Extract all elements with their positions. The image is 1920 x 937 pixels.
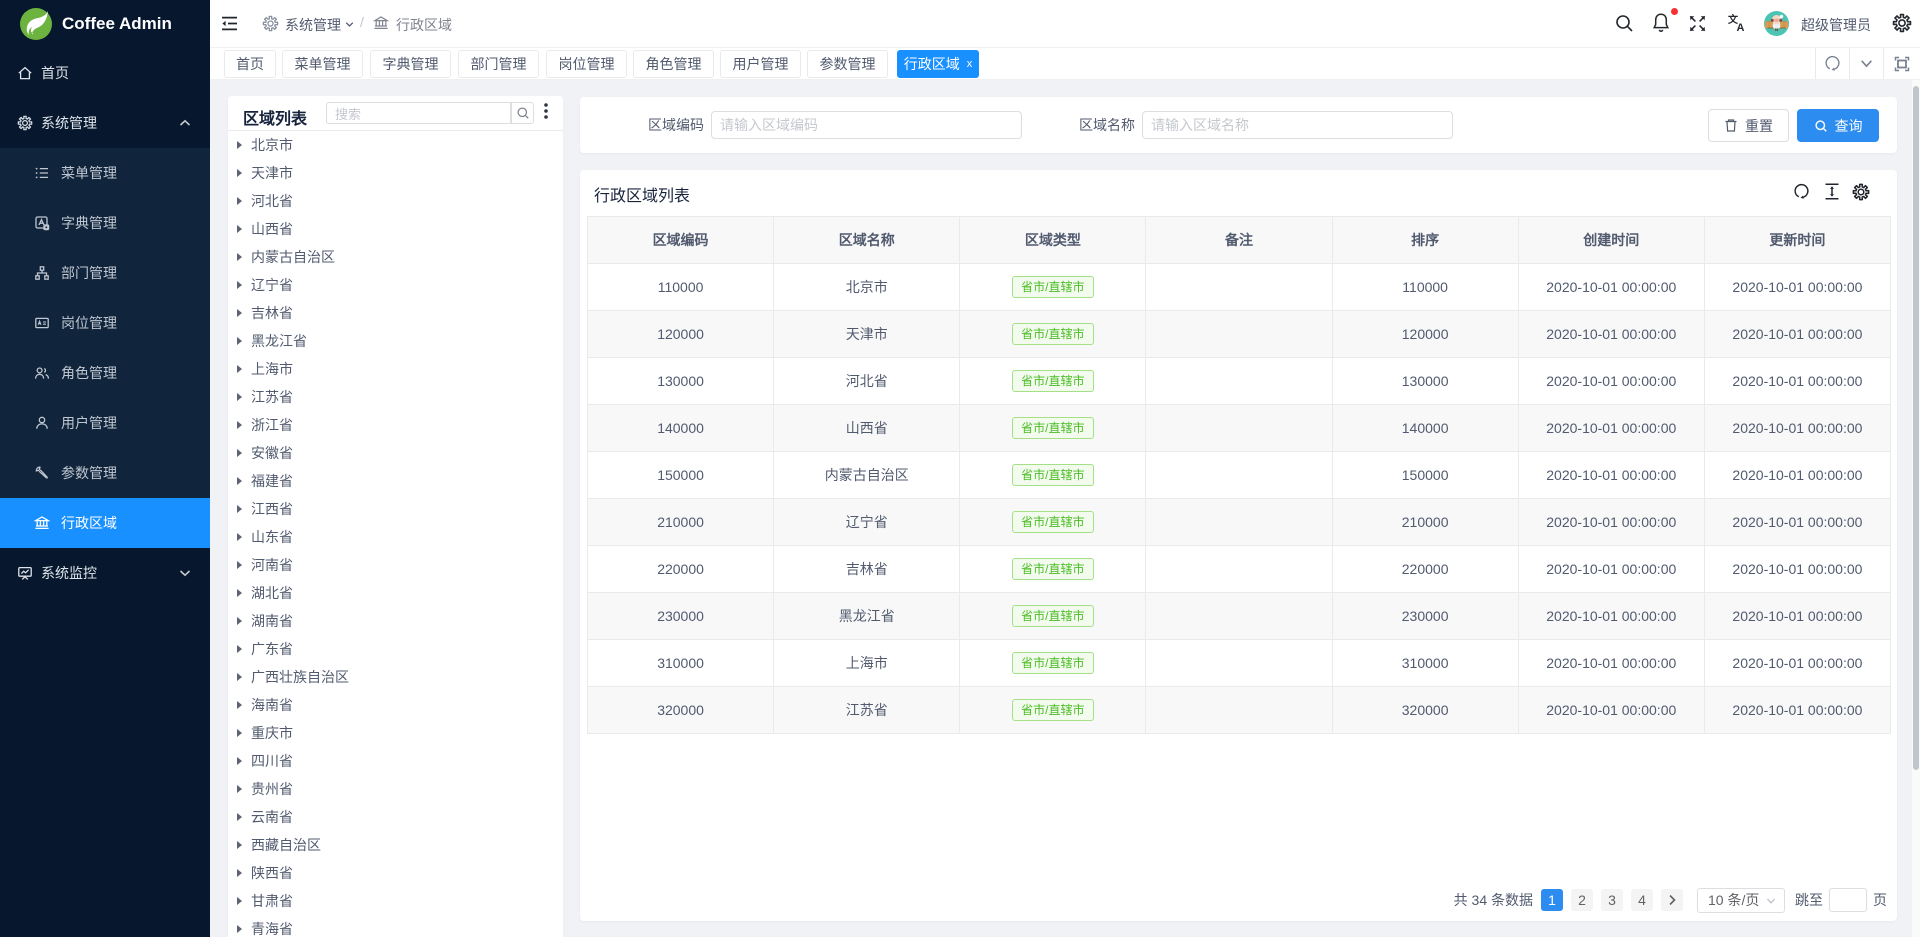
svg-text:A: A bbox=[1737, 22, 1745, 33]
